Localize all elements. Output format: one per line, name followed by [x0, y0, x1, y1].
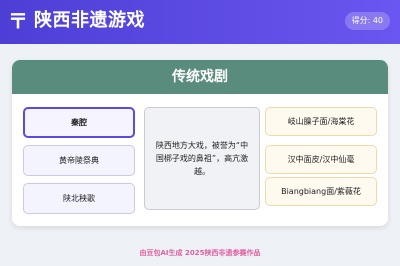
option-button-qinqiang[interactable]: 秦腔 — [23, 107, 135, 138]
card-header: 传统戏剧 — [12, 60, 388, 94]
answer-button-hanzhong[interactable]: 汉中面皮/汉中仙毫 — [265, 145, 377, 174]
game-title: 陕西非遗游戏 — [34, 10, 145, 31]
description-panel: 陕西地方大戏，被誉为“中国梆子戏的鼻祖”，高亢激越。 — [144, 107, 260, 210]
category-title: 传统戏剧 — [172, 69, 228, 85]
answer-button-biangbiang[interactable]: Biangbiang面/紫薇花 — [265, 177, 377, 206]
score-badge: 得分: 40 — [344, 12, 390, 30]
option-button-huangdiling[interactable]: 黄帝陵祭典 — [23, 145, 135, 176]
answer-button-qishan[interactable]: 岐山臊子面/海棠花 — [265, 107, 377, 136]
question-card: 传统戏剧 秦腔 黄帝陵祭典 陕北秧歌 陕西地方大戏，被誉为“中国梆子戏的鼻祖”，… — [12, 60, 388, 226]
logo-icon: 〒 — [8, 9, 28, 33]
option-button-shaanbei-yangge[interactable]: 陕北秧歌 — [23, 183, 135, 214]
top-bar: 〒 陕西非遗游戏 得分: 40 — [0, 0, 400, 44]
footer-credit: 由豆包AI生成 2025陕西非遗参赛作品 — [139, 249, 261, 257]
